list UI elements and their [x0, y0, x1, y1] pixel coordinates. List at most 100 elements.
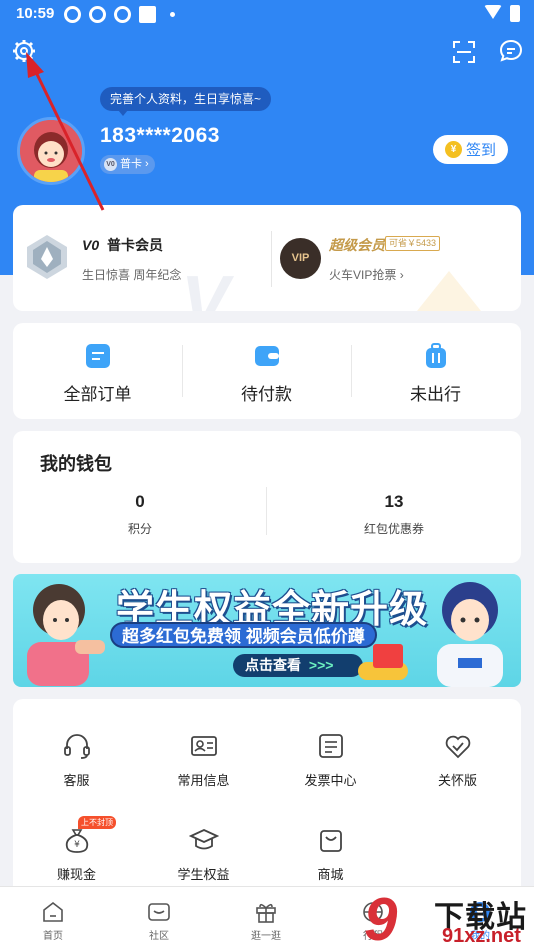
member-level-badge[interactable]: V0 普卡 › [100, 155, 155, 174]
points-label: 积分 [127, 522, 152, 536]
orders-card: 全部订单 待付款 未出行 [13, 323, 521, 419]
savings-tag: 可省￥5433 [385, 236, 441, 251]
checkin-button[interactable]: ¥ 签到 [433, 135, 508, 164]
service-mall[interactable]: 商城 [267, 825, 394, 883]
arrows-icon: >>> [308, 657, 334, 673]
service-common-info[interactable]: 常用信息 [140, 731, 267, 789]
status-time: 10:59 [16, 5, 55, 22]
vip-crown-icon[interactable]: VIP [280, 238, 321, 279]
coin-icon: ¥ [444, 141, 462, 158]
notification-app-icon [64, 6, 81, 23]
shopping-bag-icon [319, 830, 342, 852]
chevron-right-icon: › [399, 268, 404, 282]
super-member-title[interactable]: 超级会员 [329, 235, 385, 255]
service-label: 学生权益 [177, 867, 230, 882]
nav-item-community[interactable]: 社区 [106, 887, 212, 950]
watermark-url: 91xz.net [442, 925, 521, 947]
student-benefits-banner[interactable]: 学生权益全新升级 超多红包免费领 视频会员低价蹲 点击查看 >>> [13, 574, 521, 687]
coupons-value: 13 [384, 492, 404, 511]
watermark-logo: 9 [364, 886, 398, 950]
wallet-icon [255, 346, 279, 366]
list-icon [86, 344, 110, 368]
service-label: 赚现金 [56, 867, 96, 882]
home-icon [43, 901, 63, 922]
member-level-label: 普卡 [120, 158, 142, 170]
divider [271, 231, 272, 287]
service-label: 商城 [317, 867, 344, 882]
service-label: 常用信息 [177, 773, 230, 788]
service-invoice-center[interactable]: 发票中心 [267, 731, 394, 789]
orders-all-label: 全部订单 [63, 385, 132, 404]
orders-upcoming-trip-item[interactable]: 未出行 [351, 323, 520, 419]
banner-boy-illustration [437, 582, 503, 687]
svg-text:¥: ¥ [74, 840, 80, 850]
super-member-benefit-text: 火车VIP抢票 [329, 268, 397, 282]
message-icon[interactable] [498, 38, 524, 64]
service-student-benefits[interactable]: 学生权益 [140, 825, 267, 883]
service-care-mode[interactable]: 关怀版 [394, 731, 521, 789]
avatar[interactable] [17, 117, 85, 185]
banner-view-button-label: 点击查看 [245, 657, 301, 673]
service-label: 关怀版 [437, 773, 477, 788]
service-customer-support[interactable]: 客服 [13, 731, 140, 789]
gift-icon [256, 903, 276, 923]
checkin-label: 签到 [465, 142, 496, 159]
invoice-icon [318, 734, 343, 758]
nav-item-explore[interactable]: 逛一逛 [213, 887, 319, 950]
notification-app-icon [89, 6, 106, 23]
phone-number: 183****2063 [100, 124, 220, 147]
membership-card: V V0 普卡会员 生日惊喜 周年纪念 VIP 超级会员 可省￥5433 火车V… [13, 205, 521, 311]
notification-app-icon [114, 6, 131, 23]
service-label: 发票中心 [304, 773, 357, 788]
banner-subline: 超多红包免费领 视频会员低价蹲 [110, 622, 377, 648]
nav-label: 逛一逛 [251, 931, 281, 942]
wallet-card: 我的钱包 0 积分 13 红包优惠券 [13, 431, 521, 563]
orders-pending-payment-label: 待付款 [241, 385, 292, 404]
more-notifications-dot-icon [170, 12, 175, 17]
services-card: 客服 常用信息 发票中心 关怀版 上不封顶 ¥ 赚现金 学生权益 商城 [13, 699, 521, 899]
nav-item-home[interactable]: 首页 [0, 887, 106, 950]
money-bag-icon: ¥ [65, 829, 88, 853]
v0-icon: V0 [82, 237, 100, 253]
wallet-title: 我的钱包 [40, 454, 112, 474]
unlimited-tag: 上不封顶 [78, 816, 116, 829]
profile-tooltip[interactable]: 完善个人资料，生日享惊喜~ [100, 87, 272, 116]
regular-member-title-text: 普卡会员 [107, 237, 164, 253]
wifi-icon [484, 5, 502, 19]
super-member-benefit[interactable]: 火车VIP抢票 › [329, 266, 404, 283]
scan-icon[interactable] [452, 40, 476, 64]
banner-view-button[interactable]: 点击查看 >>> [233, 654, 363, 677]
member-level-icon: V0 [104, 158, 117, 171]
settings-gear-icon[interactable] [11, 38, 37, 64]
decorative-crown-shape [401, 271, 497, 311]
regular-member-benefits: 生日惊喜 周年纪念 [82, 268, 182, 282]
graduation-cap-icon [188, 829, 219, 850]
regular-member-icon[interactable] [23, 233, 71, 281]
battery-icon [510, 5, 520, 22]
coupons-item[interactable]: 13 红包优惠券 [267, 492, 521, 537]
chevron-right-icon: › [145, 158, 149, 170]
notification-icons [64, 6, 175, 23]
red-envelope-decoration [373, 644, 403, 668]
site-watermark: 9 下载站 91xz.net [364, 890, 534, 950]
luggage-icon [426, 343, 446, 368]
orders-upcoming-trip-label: 未出行 [410, 385, 461, 404]
decorative-v-watermark: V [181, 262, 230, 311]
heart-check-icon [445, 735, 470, 759]
headset-icon [63, 734, 90, 759]
status-bar: 10:59 [0, 0, 534, 28]
service-label: 客服 [63, 773, 90, 788]
orders-pending-payment-item[interactable]: 待付款 [182, 323, 351, 419]
nav-label: 社区 [149, 931, 169, 942]
orders-all-item[interactable]: 全部订单 [13, 323, 182, 419]
banner-girl-illustration [27, 584, 105, 686]
id-card-icon [190, 736, 217, 756]
points-value: 0 [135, 492, 145, 511]
community-icon [148, 903, 170, 921]
service-earn-cash[interactable]: 上不封顶 ¥ 赚现金 [13, 816, 140, 883]
notification-square-icon [139, 6, 156, 23]
nav-label: 首页 [43, 931, 63, 942]
points-item[interactable]: 0 积分 [13, 492, 267, 537]
regular-member-title[interactable]: V0 普卡会员 [82, 235, 163, 255]
coupons-label: 红包优惠券 [363, 522, 424, 536]
